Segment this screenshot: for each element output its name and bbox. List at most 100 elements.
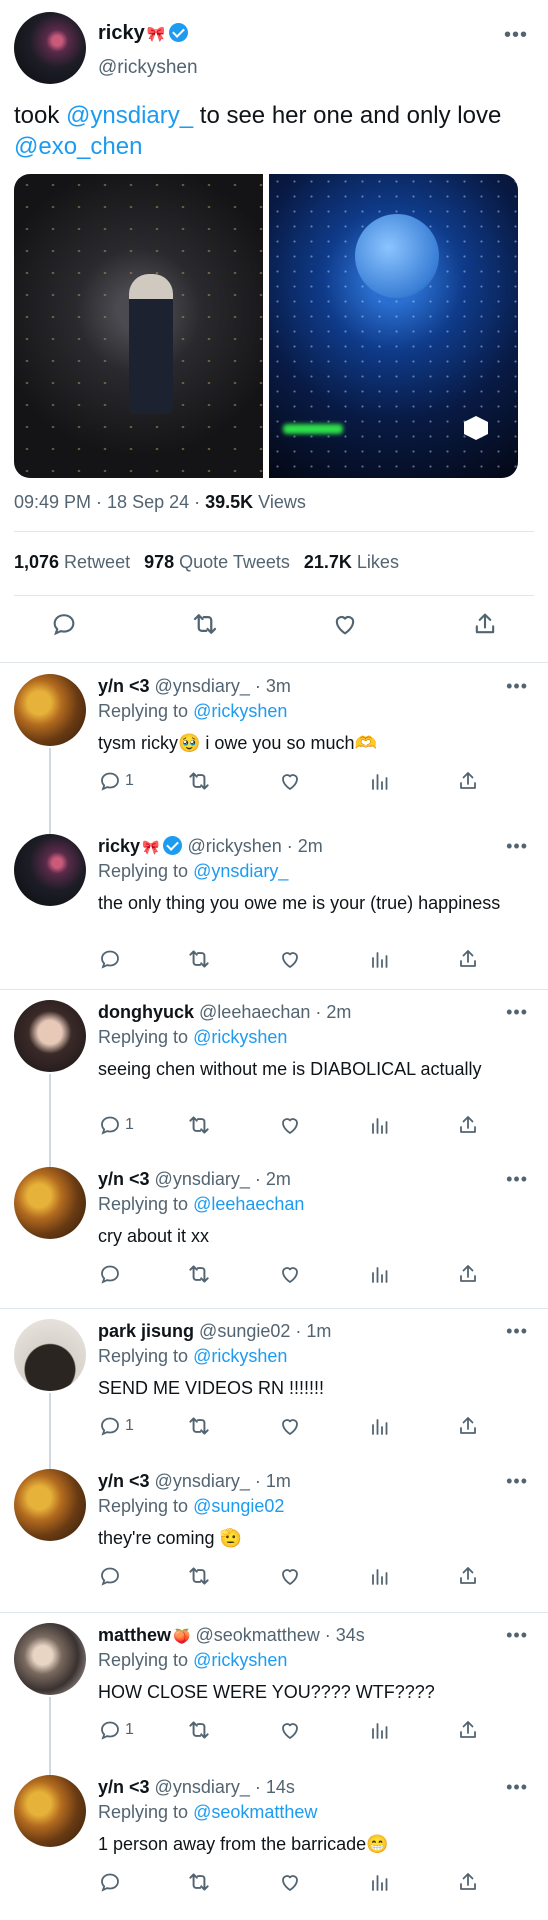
- like-icon[interactable]: [278, 1413, 302, 1439]
- avatar[interactable]: [14, 12, 86, 84]
- share-icon[interactable]: [456, 768, 480, 794]
- handle-and-time[interactable]: @rickyshen · 2m: [188, 836, 323, 856]
- avatar[interactable]: [14, 674, 86, 746]
- reply-icon[interactable]: [98, 1564, 122, 1588]
- display-name[interactable]: y/n <3: [98, 1169, 150, 1189]
- display-name[interactable]: matthew: [98, 1625, 171, 1645]
- more-options-icon[interactable]: •••: [504, 24, 528, 47]
- timestamp[interactable]: 09:49 PM · 18 Sep 24 ·: [14, 492, 205, 512]
- retweet-icon[interactable]: [186, 1112, 212, 1138]
- mention-link[interactable]: @leehaechan: [193, 1194, 304, 1214]
- display-name[interactable]: ricky: [98, 836, 140, 856]
- reply-tweet[interactable]: y/n <3 @ynsdiary_ · 14s ••• Replying to …: [0, 1765, 548, 1920]
- mention-link[interactable]: @exo_chen: [14, 133, 142, 160]
- retweet-icon[interactable]: [186, 768, 212, 794]
- more-options-icon[interactable]: •••: [506, 1777, 528, 1798]
- share-icon[interactable]: [456, 1112, 480, 1138]
- handle-and-time[interactable]: @ynsdiary_ · 2m: [155, 1169, 291, 1189]
- reply-button[interactable]: 1: [98, 768, 134, 794]
- media-photo-moon-stage[interactable]: [269, 174, 518, 478]
- mention-link[interactable]: @ynsdiary_: [193, 861, 288, 881]
- reply-button[interactable]: 1: [98, 1112, 134, 1138]
- mention-link[interactable]: @rickyshen: [193, 1650, 287, 1670]
- retweet-icon[interactable]: [186, 946, 212, 972]
- display-name[interactable]: y/n <3: [98, 676, 150, 696]
- mention-link[interactable]: @rickyshen: [193, 701, 287, 721]
- like-icon[interactable]: [278, 1563, 302, 1589]
- retweet-icon[interactable]: [186, 1717, 212, 1743]
- more-options-icon[interactable]: •••: [506, 1169, 528, 1190]
- like-icon[interactable]: [278, 946, 302, 972]
- retweet-icon[interactable]: [186, 1261, 212, 1287]
- more-options-icon[interactable]: •••: [506, 1321, 528, 1342]
- display-name[interactable]: y/n <3: [98, 1471, 150, 1491]
- mention-link[interactable]: @ynsdiary_: [66, 102, 193, 129]
- retweet-icon[interactable]: [189, 608, 221, 640]
- handle-and-time[interactable]: @sungie02 · 1m: [199, 1321, 331, 1341]
- display-name[interactable]: y/n <3: [98, 1777, 150, 1797]
- mention-link[interactable]: @rickyshen: [193, 1346, 287, 1366]
- share-icon[interactable]: [456, 946, 480, 972]
- handle-and-time[interactable]: @ynsdiary_ · 14s: [155, 1777, 295, 1797]
- reply-icon[interactable]: [98, 769, 122, 793]
- more-options-icon[interactable]: •••: [506, 676, 528, 697]
- display-name[interactable]: ricky: [98, 22, 145, 44]
- media-photo-concert-singer[interactable]: [14, 174, 263, 478]
- avatar[interactable]: [14, 1000, 86, 1072]
- reply-tweet[interactable]: y/n <3 @ynsdiary_ · 2m ••• Replying to @…: [0, 1157, 548, 1309]
- reply-icon[interactable]: [98, 1870, 122, 1894]
- mention-link[interactable]: @rickyshen: [193, 1027, 287, 1047]
- analytics-icon[interactable]: [368, 1413, 392, 1439]
- analytics-icon[interactable]: [368, 1869, 392, 1895]
- handle-and-time[interactable]: @leehaechan · 2m: [199, 1002, 351, 1022]
- reply-icon[interactable]: [98, 1414, 122, 1438]
- reply-tweet[interactable]: donghyuck @leehaechan · 2m ••• Replying …: [0, 990, 548, 1167]
- display-name[interactable]: park jisung: [98, 1321, 194, 1341]
- avatar[interactable]: [14, 1319, 86, 1391]
- reply-icon[interactable]: [98, 1113, 122, 1137]
- handle-and-time[interactable]: @ynsdiary_ · 1m: [155, 1471, 291, 1491]
- reply-tweet[interactable]: matthew 🍑 @seokmatthew · 34s ••• Replying…: [0, 1613, 548, 1775]
- like-icon[interactable]: [278, 1261, 302, 1287]
- reply-tweet[interactable]: y/n <3 @ynsdiary_ · 3m ••• Replying to @…: [0, 664, 548, 834]
- display-name[interactable]: donghyuck: [98, 1002, 194, 1022]
- mention-link[interactable]: @seokmatthew: [193, 1802, 317, 1822]
- analytics-icon[interactable]: [368, 946, 392, 972]
- more-options-icon[interactable]: •••: [506, 836, 528, 857]
- share-icon[interactable]: [456, 1261, 480, 1287]
- share-icon[interactable]: [456, 1869, 480, 1895]
- reply-tweet[interactable]: y/n <3 @ynsdiary_ · 1m ••• Replying to @…: [0, 1459, 548, 1613]
- like-icon[interactable]: [278, 1112, 302, 1138]
- reply-button[interactable]: [98, 1869, 125, 1895]
- retweet-stat[interactable]: 1,076 Retweet: [14, 552, 130, 573]
- main-handle[interactable]: @rickyshen: [98, 57, 198, 79]
- handle-and-time[interactable]: @ynsdiary_ · 3m: [155, 676, 291, 696]
- avatar[interactable]: [14, 1775, 86, 1847]
- analytics-icon[interactable]: [368, 1563, 392, 1589]
- share-icon[interactable]: [456, 1413, 480, 1439]
- mention-link[interactable]: @sungie02: [193, 1496, 284, 1516]
- reply-icon[interactable]: [48, 608, 80, 640]
- retweet-icon[interactable]: [186, 1563, 212, 1589]
- more-options-icon[interactable]: •••: [506, 1002, 528, 1023]
- quote-stat[interactable]: 978 Quote Tweets: [144, 552, 290, 573]
- reply-button[interactable]: [98, 1563, 125, 1589]
- share-icon[interactable]: [469, 608, 501, 640]
- reply-tweet[interactable]: ricky 🎀 @rickyshen · 2m ••• Replying to @…: [0, 824, 548, 990]
- reply-icon[interactable]: [98, 1718, 122, 1742]
- like-icon[interactable]: [329, 608, 361, 640]
- analytics-icon[interactable]: [368, 1717, 392, 1743]
- likes-stat[interactable]: 21.7K Likes: [304, 552, 399, 573]
- reply-button[interactable]: 1: [98, 1717, 134, 1743]
- reply-tweet[interactable]: park jisung @sungie02 · 1m ••• Replying …: [0, 1309, 548, 1469]
- share-icon[interactable]: [456, 1717, 480, 1743]
- analytics-icon[interactable]: [368, 1261, 392, 1287]
- reply-icon[interactable]: [98, 947, 122, 971]
- reply-button[interactable]: [98, 1261, 125, 1287]
- more-options-icon[interactable]: •••: [506, 1471, 528, 1492]
- reply-button[interactable]: 1: [98, 1413, 134, 1439]
- avatar[interactable]: [14, 1469, 86, 1541]
- avatar[interactable]: [14, 1167, 86, 1239]
- main-author-name[interactable]: ricky 🎀: [98, 22, 189, 45]
- avatar[interactable]: [14, 1623, 86, 1695]
